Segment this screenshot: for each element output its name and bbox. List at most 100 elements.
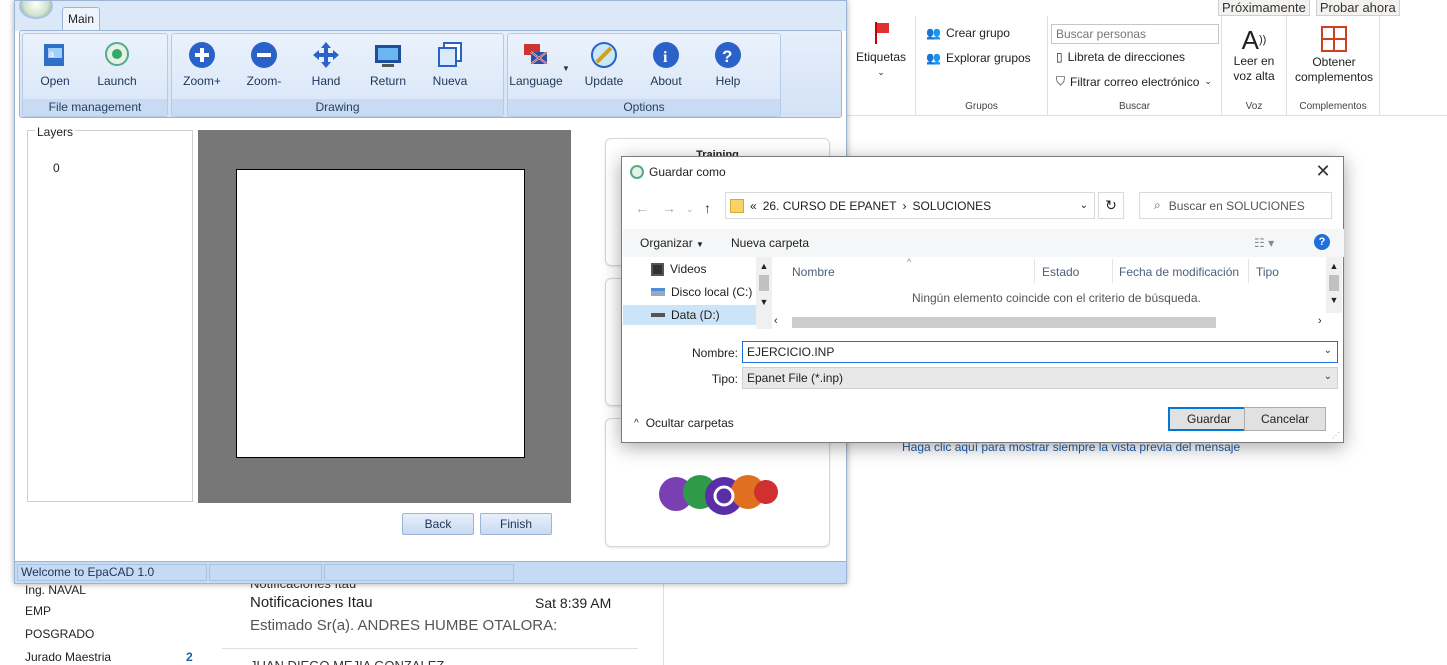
- explore-groups-button[interactable]: 👥 Explorar grupos: [926, 51, 1031, 65]
- tab-main[interactable]: Main: [62, 7, 100, 31]
- refresh-icon[interactable]: ↻: [1098, 192, 1124, 219]
- chevron-down-icon[interactable]: ⌄: [1324, 345, 1332, 356]
- finish-button[interactable]: Finish: [480, 513, 552, 535]
- drawing-paper[interactable]: [236, 169, 525, 458]
- mail-sender[interactable]: JUAN DIEGO MEJIA GONZALEZ: [250, 658, 444, 665]
- flags-icon: [521, 40, 551, 70]
- app-menu-orb-icon[interactable]: [19, 1, 53, 19]
- try-now-toggle[interactable]: Probar ahora: [1315, 0, 1400, 16]
- hand-button[interactable]: Hand: [298, 40, 354, 88]
- globe-pencil-icon: [589, 40, 619, 70]
- epacad-ribbon: a Open Launch File management Zoom+ Zoom…: [19, 30, 842, 118]
- zoom-out-button[interactable]: Zoom-: [236, 40, 292, 88]
- drawing-canvas-area[interactable]: [198, 130, 571, 503]
- folder-item[interactable]: EMP: [25, 604, 51, 618]
- dialog-title-bar: Guardar como: [630, 165, 726, 179]
- address-book-button[interactable]: ▯ Libreta de direcciones: [1056, 50, 1185, 64]
- organize-button[interactable]: Organizar ▼: [640, 236, 704, 250]
- address-bar[interactable]: « 26. CURSO DE EPANET › SOLUCIONES ⌄: [725, 192, 1095, 219]
- column-separator: [1112, 259, 1113, 283]
- zoom-in-button[interactable]: Zoom+: [174, 40, 230, 88]
- people-icon: 👥: [926, 51, 941, 65]
- breadcrumb-item[interactable]: 26. CURSO DE EPANET: [763, 199, 897, 213]
- address-book-icon: ▯: [1056, 50, 1063, 64]
- return-icon: [373, 40, 403, 70]
- view-options-icon[interactable]: ☷ ▾: [1254, 236, 1274, 250]
- folder-item[interactable]: Ing. NAVAL: [25, 583, 86, 597]
- recent-locations-icon[interactable]: ⌄: [686, 204, 694, 215]
- search-people-input[interactable]: Buscar personas: [1051, 24, 1219, 44]
- horizontal-scrollbar[interactable]: ‹ ›: [774, 315, 1334, 329]
- filter-icon: ⛉: [1056, 74, 1066, 88]
- close-icon[interactable]: ✕: [1311, 161, 1335, 182]
- tags-button[interactable]: Etiquetas ⌄: [856, 22, 906, 80]
- sort-up-icon: ^: [907, 257, 912, 267]
- epacad-titlebar: Main: [15, 1, 846, 31]
- read-aloud-button[interactable]: A)) Leer en voz alta: [1226, 26, 1282, 84]
- svg-text:?: ?: [722, 47, 732, 66]
- folder-icon: [730, 198, 744, 213]
- voice-group: A)) Leer en voz alta Voz: [1222, 16, 1287, 116]
- nav-scrollbar[interactable]: ▲ ▼: [756, 257, 772, 329]
- status-cell: [324, 564, 514, 581]
- get-addins-button[interactable]: Obtener complementos: [1293, 26, 1375, 85]
- help-icon: ?: [713, 40, 743, 70]
- chevron-down-icon[interactable]: ⌄: [1080, 200, 1088, 211]
- up-arrow-icon[interactable]: ↑: [704, 200, 711, 216]
- hide-folders-toggle[interactable]: ^ Ocultar carpetas: [634, 416, 734, 430]
- search-input[interactable]: ⌕ Buscar en SOLUCIONES: [1139, 192, 1332, 219]
- folder-item[interactable]: POSGRADO: [25, 627, 94, 641]
- language-dropdown-icon[interactable]: ▼: [562, 64, 570, 73]
- column-header-status[interactable]: Estado: [1042, 265, 1079, 279]
- scroll-thumb[interactable]: [792, 317, 1216, 328]
- nav-item-videos[interactable]: Videos: [651, 262, 706, 276]
- file-scrollbar[interactable]: ▲ ▼: [1326, 257, 1342, 313]
- resize-grip-icon[interactable]: ⋰: [1332, 431, 1340, 440]
- new-folder-button[interactable]: Nueva carpeta: [731, 236, 809, 250]
- language-button[interactable]: Language: [508, 40, 564, 88]
- chevron-up-icon: ^: [634, 417, 639, 429]
- new-button[interactable]: Nueva: [422, 40, 478, 88]
- help-icon[interactable]: ?: [1314, 234, 1330, 250]
- open-icon: a: [40, 40, 70, 70]
- voice-group-label: Voz: [1245, 101, 1263, 112]
- column-header-name[interactable]: Nombre: [792, 265, 835, 279]
- film-icon: [651, 262, 664, 276]
- launch-button[interactable]: Launch: [89, 40, 145, 88]
- nav-item-local-disk[interactable]: Disco local (C:): [651, 285, 752, 299]
- update-button[interactable]: Update: [576, 40, 632, 88]
- open-button[interactable]: a Open: [27, 40, 83, 88]
- unread-count-badge: 2: [186, 650, 193, 664]
- create-group-button[interactable]: 👥 Crear grupo: [926, 26, 1010, 40]
- layers-title: Layers: [35, 125, 76, 139]
- grid-plus-icon: [1321, 26, 1347, 52]
- about-button[interactable]: i About: [638, 40, 694, 88]
- file-management-label: File management: [23, 99, 167, 116]
- tags-group: Etiquetas ⌄: [846, 16, 916, 116]
- file-management-group: a Open Launch File management: [22, 33, 168, 117]
- status-cell: [209, 564, 322, 581]
- layers-panel: 0: [27, 130, 193, 502]
- nav-item-data-drive[interactable]: Data (D:): [623, 305, 757, 325]
- column-header-type[interactable]: Tipo: [1256, 265, 1279, 279]
- breadcrumb-item[interactable]: SOLUCIONES: [913, 199, 992, 213]
- layer-item[interactable]: 0: [53, 161, 60, 175]
- cancel-button[interactable]: Cancelar: [1244, 407, 1326, 431]
- save-button[interactable]: Guardar: [1168, 407, 1250, 431]
- filetype-select[interactable]: Epanet File (*.inp) ⌄: [742, 367, 1338, 389]
- filter-mail-button[interactable]: ⛉ Filtrar correo electrónico ⌄: [1056, 74, 1212, 89]
- forward-arrow-icon[interactable]: →: [662, 200, 676, 216]
- back-arrow-icon[interactable]: ←: [635, 200, 649, 216]
- epacad-logo-icon: [654, 464, 784, 524]
- help-button[interactable]: ? Help: [700, 40, 756, 88]
- coming-soon-toggle[interactable]: Próximamente: [1218, 0, 1310, 16]
- filename-input[interactable]: EJERCICIO.INP ⌄: [742, 341, 1338, 363]
- mail-sender[interactable]: Notificaciones Itau: [250, 594, 373, 611]
- column-separator: [1248, 259, 1249, 283]
- column-header-modified[interactable]: Fecha de modificación: [1119, 265, 1239, 279]
- svg-text:a: a: [49, 49, 54, 59]
- search-group-label: Buscar: [1118, 101, 1151, 112]
- folder-item[interactable]: Jurado Maestria: [25, 650, 111, 664]
- return-button[interactable]: Return: [360, 40, 416, 88]
- back-button[interactable]: Back: [402, 513, 474, 535]
